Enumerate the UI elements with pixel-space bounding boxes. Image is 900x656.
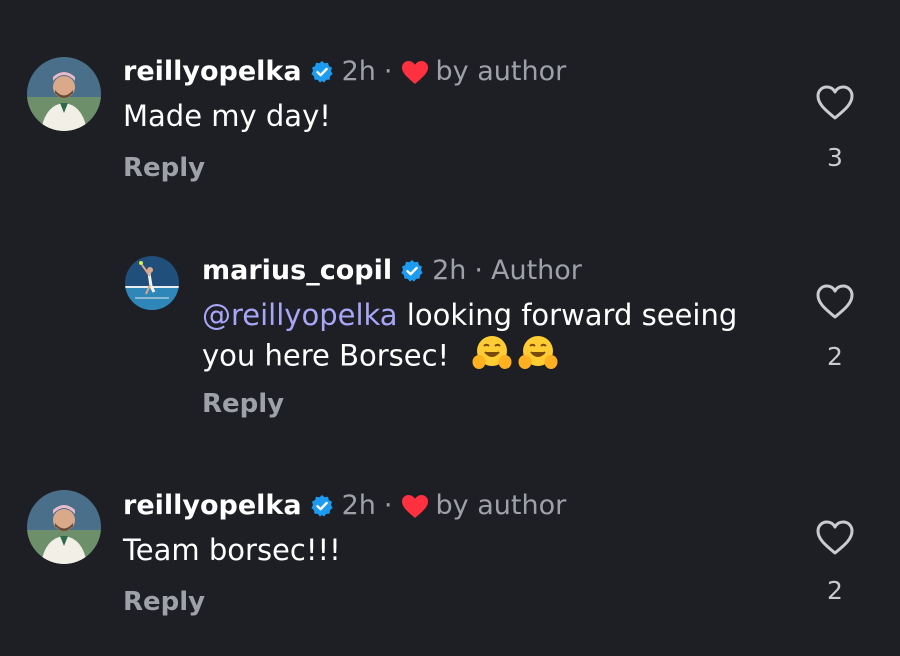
comment-text-line-2: you here Borsec! xyxy=(202,334,737,381)
comment-text: Team borsec!!! xyxy=(123,533,341,567)
heart-filled-icon xyxy=(401,60,429,85)
liked-by-author-label: by author xyxy=(435,56,567,87)
comment-text: Made my day! xyxy=(123,99,331,133)
comment-text-part: you here Borsec! xyxy=(202,338,450,373)
avatar[interactable] xyxy=(125,256,179,310)
comment-meta: marius_copil 2h · Author xyxy=(202,254,582,288)
mention-link[interactable]: @reillyopelka xyxy=(202,298,398,332)
verified-badge-icon xyxy=(400,259,424,283)
username[interactable]: marius_copil xyxy=(202,254,392,288)
separator-dot: · xyxy=(383,490,393,521)
like-count: 2 xyxy=(827,576,843,605)
verified-badge-icon xyxy=(310,60,334,84)
separator-dot: · xyxy=(474,255,483,286)
timestamp: 2h xyxy=(341,490,376,521)
username[interactable]: reillyopelka xyxy=(123,489,302,523)
comment-text: @reillyopelka looking forward seeing you… xyxy=(202,296,737,381)
username[interactable]: reillyopelka xyxy=(123,55,302,89)
comment-text-line-1: @reillyopelka looking forward seeing xyxy=(202,296,737,334)
hugging-face-emoji xyxy=(472,334,512,381)
comment-meta: reillyopelka 2h · by author xyxy=(123,55,566,89)
timestamp: 2h xyxy=(341,56,376,87)
heart-filled-icon xyxy=(401,494,429,519)
author-tag: Author xyxy=(491,255,582,286)
verified-badge-icon xyxy=(310,494,334,518)
reply-button[interactable]: Reply xyxy=(123,587,205,617)
avatar[interactable] xyxy=(27,490,101,564)
like-count: 2 xyxy=(827,342,843,371)
like-count: 3 xyxy=(827,143,843,172)
reply-button[interactable]: Reply xyxy=(123,153,205,183)
separator-dot: · xyxy=(383,56,393,87)
comment-meta: reillyopelka 2h · by author xyxy=(123,489,566,523)
liked-by-author-label: by author xyxy=(435,490,567,521)
timestamp: 2h xyxy=(432,255,467,286)
heart-outline-icon[interactable] xyxy=(815,520,855,560)
avatar[interactable] xyxy=(27,57,101,131)
hugging-face-emoji xyxy=(518,334,558,381)
reply-button[interactable]: Reply xyxy=(202,389,284,419)
comment-text-part: looking forward seeing xyxy=(397,298,738,332)
heart-outline-icon[interactable] xyxy=(815,284,855,324)
heart-outline-icon[interactable] xyxy=(815,85,855,125)
